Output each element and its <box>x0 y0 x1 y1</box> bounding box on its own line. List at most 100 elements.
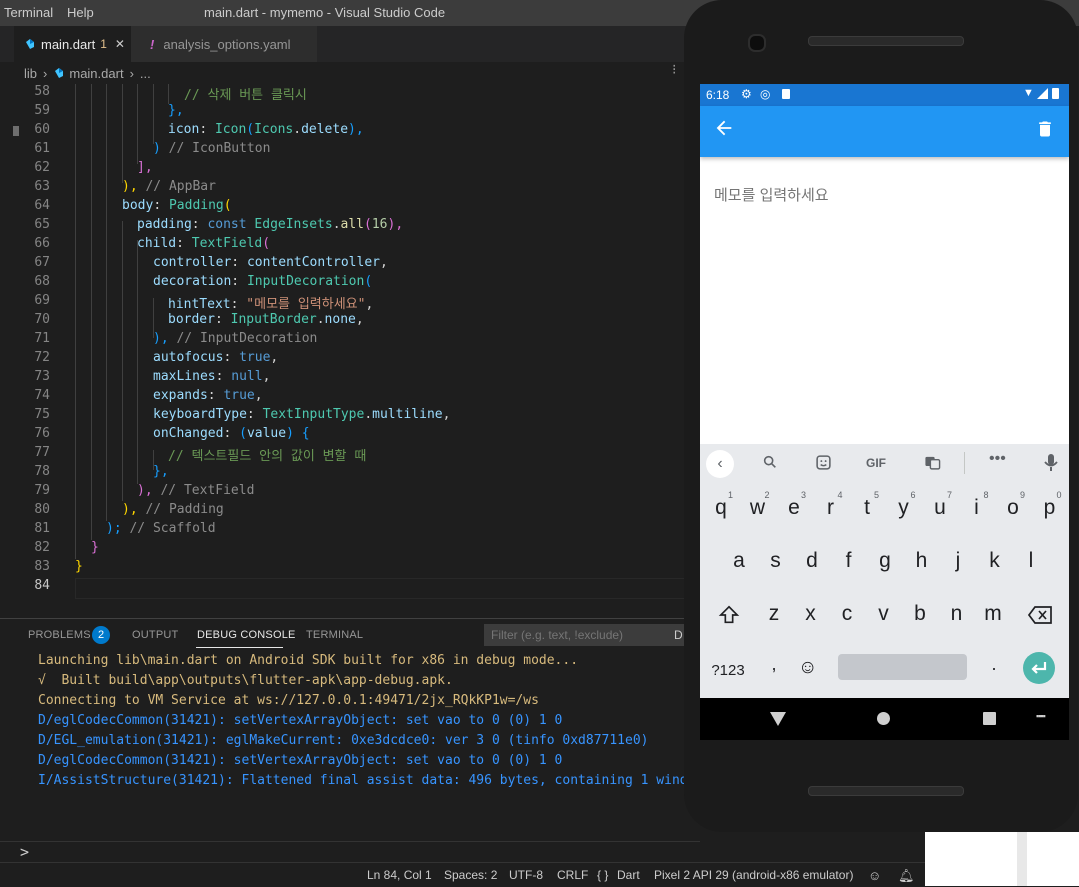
console-line: D/eglCodecCommon(31421): setVertexArrayO… <box>38 753 563 768</box>
code-editor[interactable]: 58 59 60 61 62 63 64 65 66 67 68 69 70 71 72 73 74 75 76 77… <box>0 62 700 610</box>
back-triangle-icon[interactable] <box>770 712 786 731</box>
android-status-bar: 6:18 ⚙ ◎ ▼ <box>700 84 1069 106</box>
key-number-hint: 7 <box>947 490 953 500</box>
period-key[interactable]: . <box>982 654 1006 684</box>
comma-key[interactable]: , <box>762 654 786 684</box>
close-icon[interactable]: ✕ <box>115 37 125 51</box>
microphone-icon[interactable] <box>1044 454 1058 477</box>
gif-button[interactable]: GIF <box>866 456 886 470</box>
breadcrumb-file[interactable]: main.dart <box>69 66 123 81</box>
keyboard-switch-icon[interactable]: ▪▪▪▪ <box>1036 711 1046 721</box>
key-b[interactable]: b <box>905 602 935 626</box>
code-line-81: ); // Scaffold <box>106 521 216 536</box>
key-d[interactable]: d <box>797 549 827 573</box>
key-g[interactable]: g <box>870 549 900 573</box>
key-j[interactable]: j <box>943 549 973 573</box>
menu-terminal[interactable]: Terminal <box>4 5 53 20</box>
memo-text-field[interactable]: 메모를 입력하세요 <box>714 184 829 205</box>
key-s[interactable]: s <box>761 549 791 573</box>
sd-card-icon <box>782 89 790 99</box>
console-input-area[interactable] <box>0 842 925 862</box>
bottom-panel: PROBLEMS 2 OUTPUT DEBUG CONSOLE TERMINAL… <box>0 618 703 843</box>
chevron-left-icon[interactable]: ‹ <box>706 450 734 478</box>
code-line-71: ), // InputDecoration <box>153 331 318 346</box>
code-line-66: child: TextField( <box>137 236 271 251</box>
key-n[interactable]: n <box>942 602 972 626</box>
notifications-bell-icon[interactable]: 🔔︎ <box>898 868 915 884</box>
home-circle-icon[interactable] <box>877 712 890 725</box>
line-number: 61 <box>34 141 50 156</box>
delete-icon[interactable] <box>1035 118 1055 145</box>
back-arrow-icon[interactable] <box>713 117 735 144</box>
emoji-icon[interactable]: ☺ <box>798 657 817 679</box>
end-of-line[interactable]: CRLF <box>557 868 588 882</box>
indentation[interactable]: Spaces: 2 <box>444 868 497 882</box>
console-line: Connecting to VM Service at ws://127.0.0… <box>38 693 539 708</box>
tab-output[interactable]: OUTPUT <box>132 629 178 641</box>
window-title: main.dart - mymemo - Visual Studio Code <box>204 5 446 20</box>
breadcrumb-ellipsis[interactable]: ... <box>140 66 151 81</box>
symbols-key[interactable]: ?123 <box>704 656 752 686</box>
key-f[interactable]: f <box>834 549 864 573</box>
backspace-icon[interactable] <box>1027 606 1052 629</box>
encoding[interactable]: UTF-8 <box>509 868 543 882</box>
indent-guide <box>168 84 169 104</box>
key-c[interactable]: c <box>832 602 862 626</box>
speaker-grille <box>808 36 964 46</box>
tab-label: analysis_options.yaml <box>163 36 291 52</box>
key-v[interactable]: v <box>869 602 899 626</box>
indent-guide <box>137 84 138 164</box>
braces-icon: { } <box>597 868 609 882</box>
console-filter-input[interactable] <box>484 624 668 646</box>
key-m[interactable]: m <box>978 602 1008 626</box>
line-number: 63 <box>34 179 50 194</box>
code-line-61: ) // IconButton <box>153 141 271 156</box>
key-h[interactable]: h <box>907 549 937 573</box>
recents-square-icon[interactable] <box>983 712 996 725</box>
tab-analysis-options[interactable]: ! analysis_options.yaml <box>131 26 317 62</box>
key-a[interactable]: a <box>724 549 754 573</box>
indent-guide <box>137 240 138 484</box>
search-icon[interactable] <box>762 454 778 475</box>
bookmark-marker-icon <box>13 126 19 136</box>
line-number: 64 <box>34 198 50 213</box>
feedback-icon[interactable]: ☺ <box>868 868 881 883</box>
key-x[interactable]: x <box>796 602 826 626</box>
space-bar[interactable] <box>838 654 967 680</box>
key-k[interactable]: k <box>980 549 1010 573</box>
shift-icon[interactable] <box>718 604 740 631</box>
menu-help[interactable]: Help <box>67 5 94 20</box>
key-l[interactable]: l <box>1016 549 1046 573</box>
line-number: 62 <box>34 160 50 175</box>
console-line: Launching lib\main.dart on Android SDK b… <box>38 653 579 668</box>
indent-guide <box>122 84 123 183</box>
key-number-hint: 2 <box>764 490 770 500</box>
more-options-icon[interactable]: ••• <box>989 450 1006 468</box>
app-bar <box>700 106 1069 157</box>
sticker-icon[interactable] <box>815 454 832 476</box>
translate-icon[interactable] <box>924 454 941 476</box>
tab-problems[interactable]: PROBLEMS <box>28 629 91 641</box>
key-number-hint: 1 <box>728 490 734 500</box>
flutter-device[interactable]: Pixel 2 API 29 (android-x86 emulator) <box>654 868 853 882</box>
emulator-screen[interactable]: 6:18 ⚙ ◎ ▼ 메모를 입력하세요 ‹ GIF ••• q 1 w 2 e… <box>700 84 1069 698</box>
console-line: √ Built build\app\outputs\flutter-apk\ap… <box>38 673 453 688</box>
tab-debug-console[interactable]: DEBUG CONSOLE <box>197 629 296 641</box>
key-number-hint: 3 <box>801 490 807 500</box>
enter-key[interactable] <box>1023 652 1055 684</box>
breadcrumb-folder[interactable]: lib <box>24 66 37 81</box>
line-number: 80 <box>34 502 50 517</box>
language-mode[interactable]: Dart <box>617 868 640 882</box>
line-number: 78 <box>34 464 50 479</box>
divider <box>964 452 965 474</box>
code-line-72: autofocus: true, <box>153 350 279 365</box>
tab-terminal[interactable]: TERMINAL <box>306 629 363 641</box>
tab-main-dart[interactable]: main.dart 1 ✕ <box>14 26 131 62</box>
line-number: 75 <box>34 407 50 422</box>
key-number-hint: 9 <box>1020 490 1026 500</box>
cursor-position[interactable]: Ln 84, Col 1 <box>367 868 432 882</box>
key-z[interactable]: z <box>759 602 789 626</box>
settings-icon: ⚙ <box>741 87 752 101</box>
warning-marker-icon: ! <box>150 36 155 52</box>
enter-arrow-icon <box>1031 662 1047 674</box>
